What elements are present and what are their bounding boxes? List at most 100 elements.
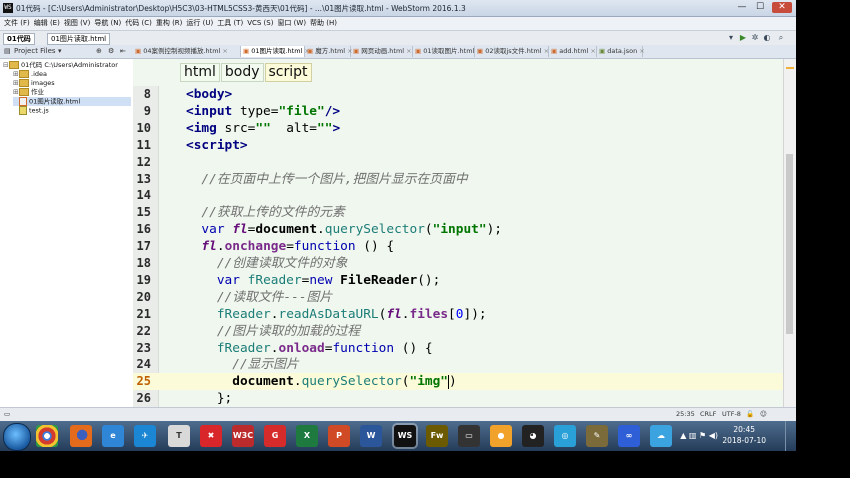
breadcrumb-file[interactable]: 01图片读取.html bbox=[47, 33, 111, 45]
feiyu-icon[interactable]: ✈ bbox=[134, 425, 156, 447]
caret-position[interactable]: 25:35 bbox=[676, 410, 695, 418]
clock[interactable]: 20:45 2018-07-10 bbox=[722, 424, 766, 446]
lock-icon[interactable]: 🔓 bbox=[746, 410, 754, 418]
code-line[interactable]: 14 bbox=[133, 187, 783, 204]
menu-item[interactable]: 编辑 (E) bbox=[34, 17, 60, 30]
baidu-icon[interactable]: ∞ bbox=[618, 425, 640, 447]
ie-icon[interactable]: e bbox=[102, 425, 124, 447]
menu-item[interactable]: 代码 (C) bbox=[125, 17, 152, 30]
vertical-scrollbar[interactable] bbox=[783, 59, 797, 407]
breadcrumb-project[interactable]: 01代码 bbox=[3, 33, 35, 45]
network-icon[interactable]: ▥ bbox=[689, 431, 697, 440]
cloud-icon[interactable]: ☁ bbox=[650, 425, 672, 447]
sync-icon[interactable]: ⊕ bbox=[96, 47, 102, 55]
hide-panel-icon[interactable]: ⇤ bbox=[120, 47, 126, 55]
tree-item[interactable]: ⊞ .idea bbox=[13, 70, 131, 79]
code-line[interactable]: 9 <input type="file"/> bbox=[133, 103, 783, 120]
editor-tab[interactable]: ▣ 01图片读取.html × bbox=[241, 46, 310, 57]
xmind-icon[interactable]: ✖ bbox=[200, 425, 222, 447]
tree-item[interactable]: ⊟ 01代码 C:\Users\Administrator bbox=[3, 61, 131, 70]
show-desktop-button[interactable] bbox=[785, 421, 796, 451]
close-icon[interactable]: ✕ bbox=[772, 2, 792, 13]
editor-tab[interactable]: ▣ 网页动画.html × bbox=[351, 46, 413, 57]
code-line[interactable]: 16 var fl=document.querySelector("input"… bbox=[133, 221, 783, 238]
editor-tab[interactable]: ▣ add.html × bbox=[549, 46, 597, 57]
editor-tab[interactable]: ▣ 02读取js文件.html × bbox=[475, 46, 549, 57]
tag-crumb-body[interactable]: body bbox=[220, 63, 264, 82]
tag-crumb-html[interactable]: html bbox=[180, 63, 220, 82]
tool-windows-icon[interactable]: ▭ bbox=[4, 410, 10, 418]
typora-icon[interactable]: T bbox=[168, 425, 190, 447]
code-line[interactable]: 8 <body> bbox=[133, 86, 783, 103]
dropdown-icon[interactable]: ▾ bbox=[58, 47, 62, 55]
code-line[interactable]: 15 //获取上传的文件的元素 bbox=[133, 204, 783, 221]
code-line[interactable]: 19 var fReader=new FileReader(); bbox=[133, 272, 783, 289]
tray-up-arrow-icon[interactable]: ▲ bbox=[680, 431, 686, 440]
maximize-icon[interactable]: ☐ bbox=[752, 2, 768, 13]
firefox-icon[interactable] bbox=[70, 425, 92, 447]
fireworks-icon[interactable]: Fw bbox=[426, 425, 448, 447]
qq-icon[interactable]: ◕ bbox=[522, 425, 544, 447]
menu-item[interactable]: 窗口 (W) bbox=[277, 17, 306, 30]
brush-icon[interactable]: ✎ bbox=[586, 425, 608, 447]
code-line[interactable]: 22 //图片读取的加载的过程 bbox=[133, 323, 783, 340]
menu-item[interactable]: 导航 (N) bbox=[94, 17, 121, 30]
line-separator[interactable]: CRLF bbox=[700, 410, 716, 418]
g-icon[interactable]: G bbox=[264, 425, 286, 447]
tag-crumb-script[interactable]: script bbox=[264, 63, 312, 82]
editor-tab[interactable]: ▣ data.json × bbox=[597, 46, 645, 57]
browser360-icon[interactable]: ◎ bbox=[554, 425, 576, 447]
menu-item[interactable]: 文件 (F) bbox=[4, 17, 30, 30]
powerpoint-icon[interactable]: P bbox=[328, 425, 350, 447]
code-line[interactable]: 11 <script> bbox=[133, 137, 783, 154]
code-line[interactable]: 23 fReader.onload=function () { bbox=[133, 340, 783, 357]
code-line[interactable]: 13 //在页面中上传一个图片,把图片显示在页面中 bbox=[133, 171, 783, 188]
menu-item[interactable]: 工具 (T) bbox=[217, 17, 243, 30]
run-dropdown-icon[interactable]: ▾ bbox=[726, 33, 736, 43]
coverage-icon[interactable]: ◐ bbox=[762, 33, 772, 43]
code-line[interactable]: 21 fReader.readAsDataURL(fl.files[0]); bbox=[133, 306, 783, 323]
tree-item[interactable]: ⊞ 作业 bbox=[13, 88, 131, 97]
word-icon[interactable]: W bbox=[360, 425, 382, 447]
code-line[interactable]: 10 <img src="" alt=""> bbox=[133, 120, 783, 137]
code-line[interactable]: 20 //读取文件---图片 bbox=[133, 289, 783, 306]
w3c-icon[interactable]: W3C bbox=[232, 425, 254, 447]
media-icon[interactable]: ▭ bbox=[458, 425, 480, 447]
inspector-icon[interactable]: ☺ bbox=[760, 410, 767, 418]
tree-item[interactable]: ⊞ images bbox=[13, 79, 131, 88]
chrome-icon[interactable] bbox=[36, 425, 58, 447]
menu-item[interactable]: 视图 (V) bbox=[64, 17, 90, 30]
start-button[interactable] bbox=[3, 423, 31, 451]
excel-icon[interactable]: X bbox=[296, 425, 318, 447]
code-line[interactable]: 18 //创建读取文件的对象 bbox=[133, 255, 783, 272]
flag-icon[interactable]: ⚑ bbox=[699, 431, 706, 440]
menu-item[interactable]: VCS (S) bbox=[247, 17, 273, 30]
webstorm-icon[interactable]: WS bbox=[394, 425, 416, 447]
close-tab-icon[interactable]: × bbox=[639, 47, 644, 55]
close-tab-icon[interactable]: × bbox=[406, 47, 411, 55]
tree-item[interactable]: test.js bbox=[13, 106, 131, 115]
search-icon[interactable]: ⌕ bbox=[776, 33, 786, 43]
code-line[interactable]: 25 document.querySelector("img") bbox=[133, 373, 783, 391]
file-encoding[interactable]: UTF-8 bbox=[722, 410, 741, 418]
close-tab-icon[interactable]: × bbox=[590, 47, 595, 55]
menu-item[interactable]: 运行 (U) bbox=[186, 17, 213, 30]
minimize-icon[interactable]: — bbox=[734, 2, 750, 13]
chat-icon[interactable]: ● bbox=[490, 425, 512, 447]
menu-item[interactable]: 帮助 (H) bbox=[310, 17, 337, 30]
menu-item[interactable]: 重构 (R) bbox=[156, 17, 183, 30]
volume-icon[interactable]: ◀) bbox=[709, 431, 718, 440]
editor-tab[interactable]: ▣ 魔方.html × bbox=[305, 46, 353, 57]
code-line[interactable]: 24 //显示图片 bbox=[133, 356, 783, 373]
scrollbar-thumb[interactable] bbox=[786, 154, 793, 334]
project-panel-title[interactable]: Project Files bbox=[14, 47, 56, 55]
code-line[interactable]: 12 bbox=[133, 154, 783, 171]
editor-tab[interactable]: ▣ 04案例控制视频播放.html × bbox=[133, 46, 241, 57]
debug-icon[interactable]: ✲ bbox=[750, 33, 760, 43]
code-line[interactable]: 17 fl.onchange=function () { bbox=[133, 238, 783, 255]
editor-tab[interactable]: ▣ 01读取图片.html × bbox=[413, 46, 482, 57]
tree-item[interactable]: 01图片读取.html bbox=[13, 97, 131, 106]
code-line[interactable]: 26 }; bbox=[133, 390, 783, 407]
settings-icon[interactable]: ⚙ bbox=[108, 47, 114, 55]
run-icon[interactable]: ▶ bbox=[738, 33, 748, 43]
